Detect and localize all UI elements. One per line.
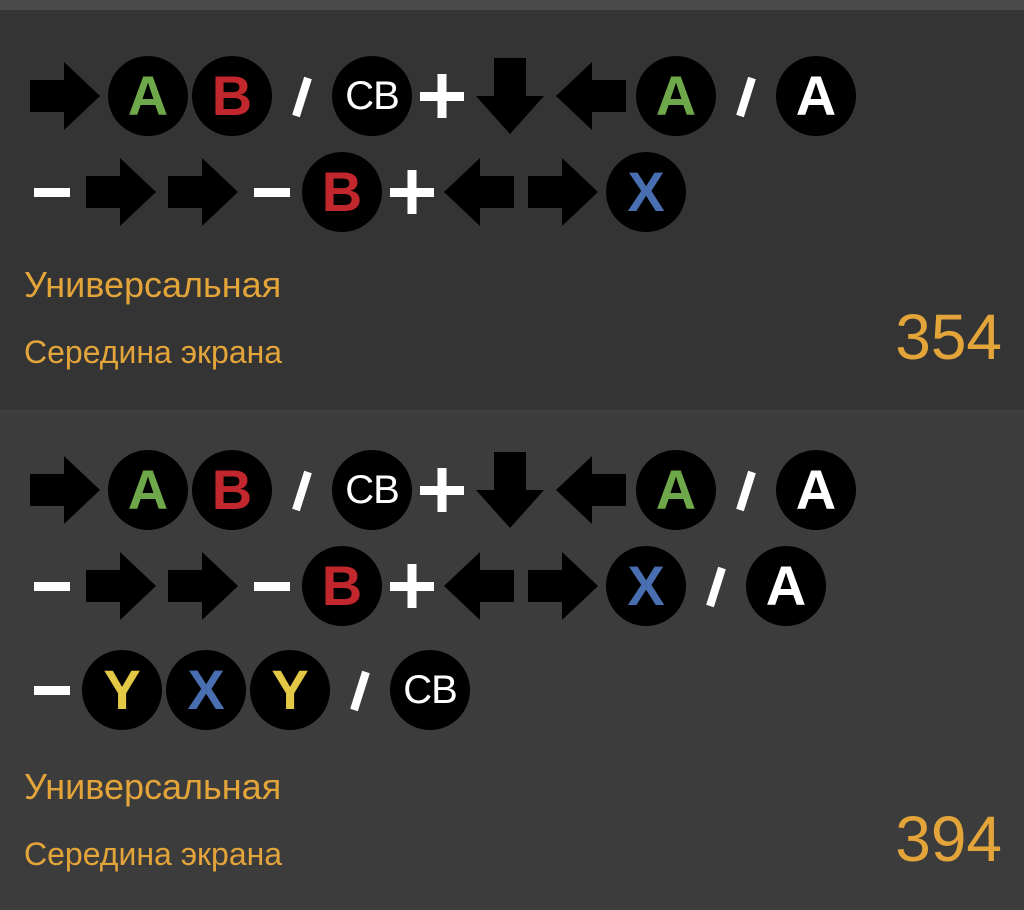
button-a-icon: A [108,56,188,136]
combo-row: BX [24,150,688,234]
slash-separator [718,448,774,532]
combo-row: A B CB A A [24,448,858,532]
button-a-icon: A [636,450,716,530]
plus-separator [384,150,440,234]
button-b-icon: B [192,56,272,136]
button-a-icon: A [636,56,716,136]
minus-separator [244,150,300,234]
button-y-icon: Y [82,650,162,730]
button-cb-icon: CB [332,450,412,530]
button-a-icon: A [746,546,826,626]
minus-separator [24,544,80,628]
combo-position: Середина экрана [24,334,283,370]
combo-category: Универсальная [24,766,282,807]
slash-separator [274,448,330,532]
arrow-left-icon [440,544,520,628]
slash-separator [274,54,330,138]
button-b-icon: B [192,450,272,530]
arrow-down-icon [470,448,550,532]
plus-separator [384,544,440,628]
combo-card-1[interactable]: A B CB A A BX Универсальная Середина экрана … [0,10,1024,410]
button-b-icon: B [302,546,382,626]
minus-separator [24,150,80,234]
combo-row: A B CB A A [24,54,858,138]
arrow-left-icon [440,150,520,234]
plus-separator [414,54,470,138]
button-x-icon: X [606,152,686,232]
combo-row: Y X Y CB [24,648,472,732]
slash-separator [688,544,744,628]
arrow-right-icon [80,544,160,628]
button-x-icon: X [606,546,686,626]
arrow-left-icon [552,448,632,532]
arrow-right-icon [24,54,104,138]
button-a-icon: A [776,56,856,136]
minus-separator [244,544,300,628]
plus-separator [414,448,470,532]
arrow-right-icon [162,150,242,234]
button-a-icon: A [776,450,856,530]
button-y-icon: Y [250,650,330,730]
arrow-down-icon [470,54,550,138]
arrow-right-icon [24,448,104,532]
button-cb-icon: CB [332,56,412,136]
button-a-icon: A [108,450,188,530]
arrow-right-icon [162,544,242,628]
combo-category: Универсальная [24,264,282,305]
button-cb-icon: CB [390,650,470,730]
combo-position: Середина экрана [24,836,283,872]
combo-row: B XA [24,544,828,628]
button-b-icon: B [302,152,382,232]
arrow-right-icon [80,150,160,234]
top-bar [0,0,1024,10]
combo-damage: 394 [895,803,1002,875]
combo-card-2[interactable]: A B CB A A BXA Y X Y CB Универсальная Середина … [0,414,1024,910]
combo-damage: 354 [895,301,1002,373]
arrow-right-icon [522,150,602,234]
slash-separator [718,54,774,138]
minus-separator [24,648,80,732]
arrow-right-icon [522,544,602,628]
button-x-icon: X [166,650,246,730]
arrow-left-icon [552,54,632,138]
slash-separator [332,648,388,732]
